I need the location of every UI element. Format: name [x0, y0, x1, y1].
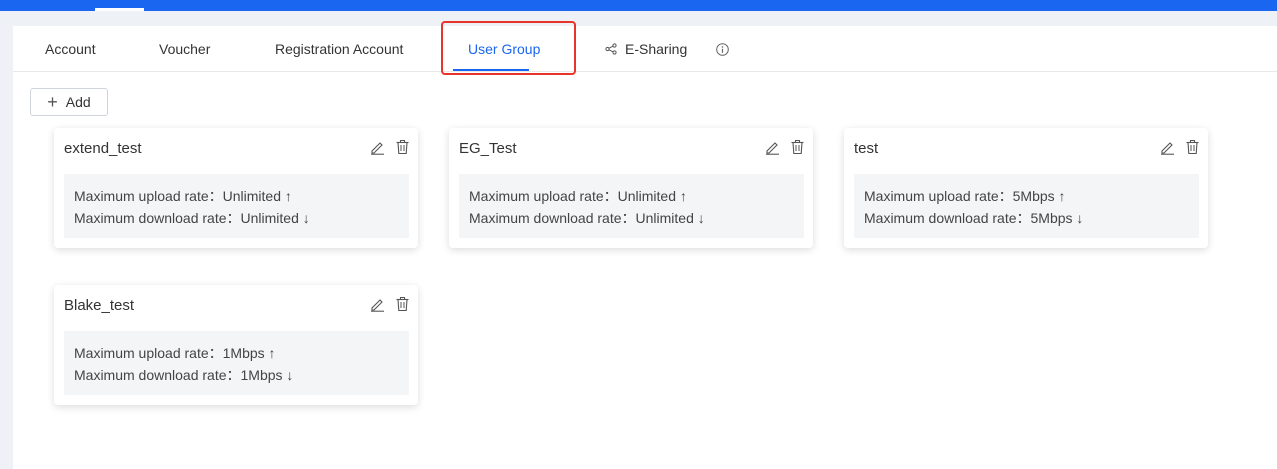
top-header-bar: [0, 0, 1277, 11]
tab-registration-account[interactable]: Registration Account: [275, 27, 403, 71]
download-label: Maximum download rate：: [74, 367, 241, 383]
trash-icon[interactable]: [395, 139, 410, 155]
active-tab-underline: [453, 69, 529, 71]
rate-info: Maximum upload rate：1Mbps ↑ Maximum down…: [64, 331, 409, 395]
edit-icon[interactable]: [370, 296, 385, 312]
upload-value: Unlimited ↑: [617, 188, 687, 204]
group-name: EG_Test: [459, 140, 517, 157]
group-name: extend_test: [64, 140, 142, 157]
tab-e-sharing[interactable]: E-Sharing: [605, 27, 687, 71]
rate-info: Maximum upload rate：5Mbps ↑ Maximum down…: [854, 174, 1199, 238]
upload-value: Unlimited ↑: [222, 188, 292, 204]
tab-user-group[interactable]: User Group: [468, 27, 540, 71]
trash-icon[interactable]: [395, 296, 410, 312]
group-name: test: [854, 140, 879, 157]
download-value: 1Mbps ↓: [240, 367, 294, 383]
edit-icon[interactable]: [370, 139, 385, 155]
info-icon[interactable]: [716, 43, 729, 56]
tab-account[interactable]: Account: [45, 27, 96, 71]
tab-voucher[interactable]: Voucher: [159, 27, 210, 71]
plus-icon: +: [47, 92, 58, 112]
upload-value: 1Mbps ↑: [222, 345, 276, 361]
upload-label: Maximum upload rate：: [74, 345, 223, 361]
edit-icon[interactable]: [765, 139, 780, 155]
upload-label: Maximum upload rate：: [74, 188, 223, 204]
add-button[interactable]: + Add: [30, 88, 108, 116]
download-label: Maximum download rate：: [74, 210, 241, 226]
rate-info: Maximum upload rate：Unlimited ↑ Maximum …: [64, 174, 409, 238]
rate-info: Maximum upload rate：Unlimited ↑ Maximum …: [459, 174, 804, 238]
upload-label: Maximum upload rate：: [469, 188, 618, 204]
header-active-indicator: [95, 8, 144, 11]
tab-bar: Account Voucher Registration Account Use…: [13, 27, 1277, 72]
group-name: Blake_test: [64, 297, 135, 314]
download-label: Maximum download rate：: [864, 210, 1031, 226]
share-icon: [605, 43, 617, 55]
user-group-card: EG_Test Maximum upload rate：Unlimited ↑ …: [449, 128, 813, 248]
upload-label: Maximum upload rate：: [864, 188, 1013, 204]
trash-icon[interactable]: [1185, 139, 1200, 155]
download-label: Maximum download rate：: [469, 210, 636, 226]
user-group-card: extend_test Maximum upload rate：Unlimite…: [54, 128, 418, 248]
download-value: 5Mbps ↓: [1030, 210, 1084, 226]
user-group-card: test Maximum upload rate：5Mbps ↑ Maximum…: [844, 128, 1208, 248]
add-button-label: Add: [65, 94, 91, 110]
download-value: Unlimited ↓: [240, 210, 310, 226]
upload-value: 5Mbps ↑: [1012, 188, 1066, 204]
user-group-card: Blake_test Maximum upload rate：1Mbps ↑ M…: [54, 285, 418, 405]
edit-icon[interactable]: [1160, 139, 1175, 155]
tab-e-sharing-label: E-Sharing: [625, 41, 688, 57]
trash-icon[interactable]: [790, 139, 805, 155]
download-value: Unlimited ↓: [635, 210, 705, 226]
